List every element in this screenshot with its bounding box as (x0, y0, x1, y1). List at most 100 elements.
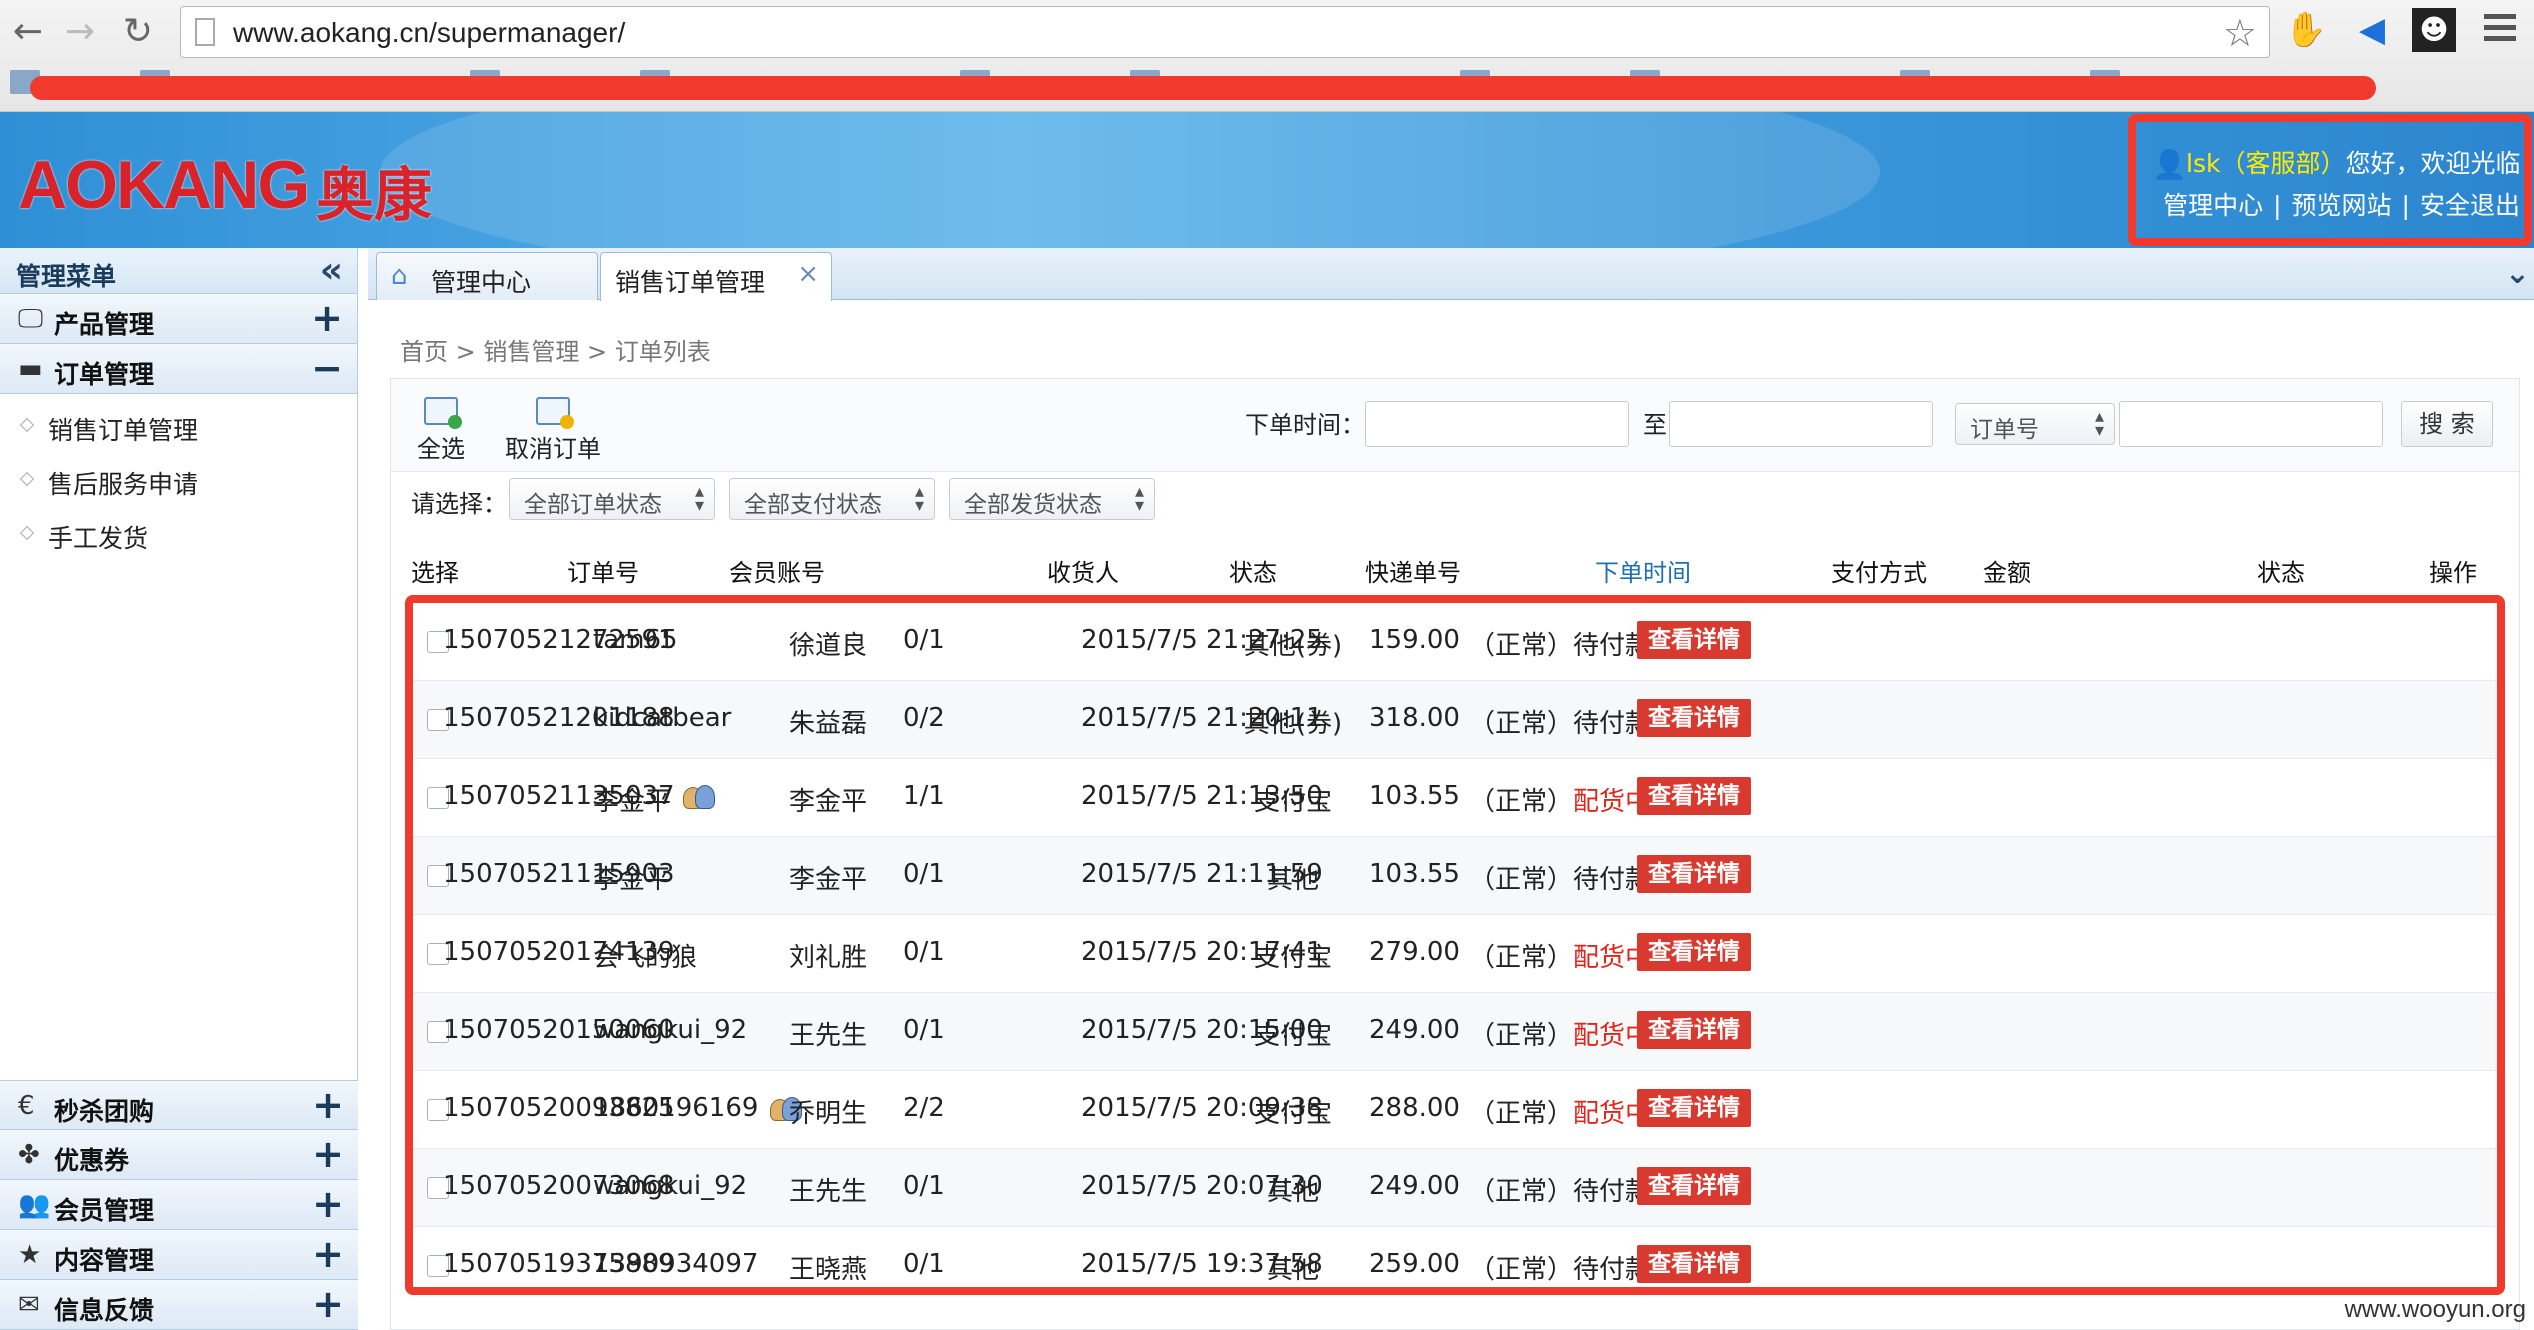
view-details-button[interactable]: 查看详情 (1637, 777, 1751, 815)
cell-state: 0/1 (903, 625, 945, 655)
plus-icon[interactable]: + (311, 296, 343, 340)
tab-strip: ⌂ 管理中心 销售订单管理 × ⌄ (368, 248, 2534, 301)
status-prefix: （正常） (1469, 1021, 1574, 1051)
view-details-button[interactable]: 查看详情 (1637, 855, 1751, 893)
view-details-button[interactable]: 查看详情 (1637, 1089, 1751, 1127)
browser-menu-icon[interactable] (2480, 8, 2520, 48)
view-details-button[interactable]: 查看详情 (1637, 621, 1751, 659)
search-input[interactable] (2119, 401, 2383, 447)
cell-pay: 其他 (1266, 1255, 1319, 1285)
order-status-select[interactable]: 全部订单状态 ▴ ▾ (509, 478, 715, 520)
reload-icon[interactable]: ↻ (118, 12, 158, 52)
cell-state: 1/1 (903, 781, 945, 811)
back-arrow-icon[interactable]: ← (8, 12, 48, 52)
cell-amount: 159.00 (1369, 625, 1460, 655)
chat-icon: ▬ (18, 354, 43, 384)
plus-icon[interactable]: + (312, 1132, 344, 1176)
user-greeting: lsk（客服部）您好，欢迎光临 (2186, 144, 2520, 180)
search-field-select[interactable]: 订单号 ▴ ▾ (1955, 403, 2115, 445)
tab-admin-center[interactable]: ⌂ 管理中心 (376, 252, 598, 300)
plus-icon[interactable]: + (312, 1083, 344, 1127)
plus-icon[interactable]: + (312, 1232, 344, 1276)
filter-label: 请选择： (411, 490, 507, 518)
arrow-extension-icon[interactable]: ◀ (2350, 8, 2394, 52)
header-pay-method: 支付方式 (1831, 559, 1927, 587)
sidebar-section-members[interactable]: 👥 会员管理 + (0, 1180, 358, 1230)
address-bar[interactable]: www.aokang.cn/supermanager/ ☆ (180, 6, 2270, 58)
ship-status-value: 全部发货状态 (964, 492, 1102, 518)
cell-receiver: 徐道良 (789, 631, 868, 661)
view-details-button[interactable]: 查看详情 (1637, 1245, 1751, 1283)
link-logout[interactable]: 安全退出 (2420, 191, 2520, 220)
plus-icon[interactable]: + (312, 1182, 344, 1226)
page-icon (195, 18, 215, 46)
sidebar-section-coupons[interactable]: ✤ 优惠券 + (0, 1130, 358, 1180)
sidebar-section-products[interactable]: 🖵 产品管理 + (0, 294, 357, 344)
cancel-order-icon (536, 397, 574, 429)
select-all-button[interactable]: 全选 (417, 397, 465, 464)
link-preview-site[interactable]: 预览网站 (2292, 191, 2392, 220)
cancel-order-button[interactable]: 取消订单 (505, 397, 601, 464)
sidebar-item-label: 售后服务申请 (48, 470, 199, 499)
status-prefix: （正常） (1469, 787, 1574, 817)
vip-members-icon (683, 785, 715, 809)
cell-state: 0/1 (903, 859, 945, 889)
link-separator: | (2273, 191, 2282, 220)
minus-icon[interactable]: − (311, 346, 343, 390)
sidebar-section-label: 秒杀团购 (54, 1097, 155, 1126)
cell-amount: 288.00 (1369, 1093, 1460, 1123)
sidebar-bottom-sections: € 秒杀团购 + ✤ 优惠券 + 👥 会员管理 + ★ 内容管理 + ✉ 信息反… (0, 1080, 358, 1330)
evernote-extension-icon[interactable]: ✋ (2284, 8, 2328, 52)
table-row: 15070519375889 1390934097 王晓燕 0/1 2015/7/5 1… (413, 1227, 2497, 1287)
forward-arrow-icon[interactable]: → (60, 12, 100, 52)
pay-status-select[interactable]: 全部支付状态 ▴ ▾ (729, 478, 935, 520)
sidebar-section-content[interactable]: ★ 内容管理 + (0, 1230, 358, 1280)
sidebar-item-manual-ship[interactable]: 手工发货 (0, 506, 357, 560)
bookmark-star-icon[interactable]: ☆ (2223, 11, 2257, 55)
order-time-end-input[interactable] (1669, 401, 1933, 447)
header-member: 会员账号 (729, 559, 825, 587)
cell-pay: 支付宝 (1253, 1099, 1332, 1129)
brand-logo[interactable]: AOKANG (18, 146, 310, 224)
table-row: 15070521135037 李金平 李金平 1/1 2015/7/5 21:13:50… (413, 759, 2497, 837)
sidebar-section-feedback[interactable]: ✉ 信息反馈 + (0, 1280, 358, 1330)
plus-icon[interactable]: + (312, 1282, 344, 1326)
main-content: ⌂ 管理中心 销售订单管理 × ⌄ 首页 > 销售管理 > 订单列表 全选 取消… (368, 248, 2534, 1330)
header-order-time[interactable]: 下单时间 (1595, 553, 1691, 588)
close-icon[interactable]: × (797, 259, 819, 289)
sidebar-section-label: 订单管理 (54, 360, 155, 389)
ship-status-select[interactable]: 全部发货状态 ▴ ▾ (949, 478, 1155, 520)
view-details-button[interactable]: 查看详情 (1637, 933, 1751, 971)
sidebar-item-after-sales[interactable]: 售后服务申请 (0, 452, 357, 506)
cell-state: 0/2 (903, 703, 945, 733)
search-button[interactable]: 搜 索 (2401, 401, 2493, 447)
view-details-button[interactable]: 查看详情 (1637, 1011, 1751, 1049)
toolbar: 全选 取消订单 下单时间： 至 订单号 ▴ ▾ 搜 索 (391, 379, 2519, 471)
sidebar-section-flash-sale[interactable]: € 秒杀团购 + (0, 1080, 358, 1130)
view-details-button[interactable]: 查看详情 (1637, 699, 1751, 737)
chevron-down-icon[interactable]: ⌄ (2505, 256, 2530, 291)
select-arrows-icon: ▴ ▾ (914, 481, 924, 516)
breadcrumb: 首页 > 销售管理 > 订单列表 (400, 338, 711, 366)
view-details-button[interactable]: 查看详情 (1637, 1167, 1751, 1205)
cell-status: （正常）待付款 (1469, 1249, 1651, 1286)
mask-extension-icon[interactable]: ☻ (2412, 8, 2456, 52)
sidebar-item-sales-orders[interactable]: 销售订单管理 (0, 398, 357, 452)
collapse-icon[interactable]: « (320, 250, 343, 291)
tab-sales-orders[interactable]: 销售订单管理 × (600, 252, 832, 301)
diamond-bullet-icon (19, 417, 35, 433)
header-order-no: 订单号 (567, 559, 639, 587)
filter-bar: 请选择： 全部订单状态 ▴ ▾ 全部支付状态 ▴ ▾ 全部发货状态 ▴ ▾ (391, 471, 2519, 527)
cell-amount: 103.55 (1369, 781, 1460, 811)
sidebar-section-orders[interactable]: ▬ 订单管理 − (0, 344, 357, 394)
link-admin-center[interactable]: 管理中心 (2163, 191, 2263, 220)
sidebar-title: 管理菜单 (16, 262, 117, 291)
greeting-text: 您好，欢迎光临 (2345, 149, 2521, 178)
order-time-start-input[interactable] (1365, 401, 1629, 447)
home-icon: ⌂ (391, 261, 408, 291)
cell-pay: 其他 (1266, 1177, 1319, 1207)
select-arrows-icon: ▴ ▾ (2094, 406, 2104, 441)
cell-receiver: 乔明生 (789, 1099, 868, 1129)
select-arrows-icon: ▴ ▾ (1134, 481, 1144, 516)
cell-pay: 其他(券) (1243, 631, 1343, 661)
